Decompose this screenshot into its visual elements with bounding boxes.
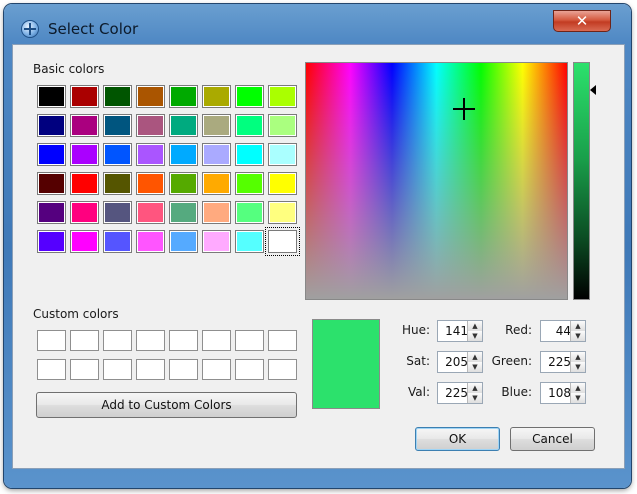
- basic-color-swatch[interactable]: [235, 230, 264, 253]
- basic-color-swatch[interactable]: [37, 85, 66, 108]
- custom-color-swatch[interactable]: [268, 330, 297, 351]
- basic-color-swatch[interactable]: [202, 114, 231, 137]
- blue-value[interactable]: 108: [543, 383, 571, 403]
- custom-color-swatch[interactable]: [235, 330, 264, 351]
- basic-color-swatch[interactable]: [268, 114, 297, 137]
- custom-color-swatch[interactable]: [37, 359, 66, 380]
- red-down-arrow-icon[interactable]: ▼: [570, 331, 585, 341]
- title-bar[interactable]: Select Color: [4, 4, 631, 40]
- custom-color-swatch[interactable]: [136, 359, 165, 380]
- basic-color-swatch[interactable]: [268, 172, 297, 195]
- value-slider-arrow-icon[interactable]: [590, 84, 596, 95]
- basic-color-swatch[interactable]: [103, 201, 132, 224]
- basic-color-swatch[interactable]: [235, 85, 264, 108]
- basic-color-swatch[interactable]: [37, 114, 66, 137]
- custom-color-swatch[interactable]: [136, 330, 165, 351]
- basic-color-swatch[interactable]: [136, 114, 165, 137]
- custom-color-swatch[interactable]: [37, 330, 66, 351]
- basic-color-swatch[interactable]: [136, 201, 165, 224]
- sat-label: Sat:: [406, 354, 430, 368]
- basic-color-swatch[interactable]: [265, 227, 300, 256]
- add-to-custom-colors-button[interactable]: Add to Custom Colors: [36, 392, 297, 418]
- window-title: Select Color: [48, 20, 139, 38]
- ok-button[interactable]: OK: [415, 427, 500, 451]
- basic-color-swatch[interactable]: [169, 172, 198, 195]
- basic-color-swatch[interactable]: [70, 172, 99, 195]
- color-dialog-icon: [22, 21, 38, 37]
- basic-color-swatch[interactable]: [103, 114, 132, 137]
- basic-color-swatch[interactable]: [136, 230, 165, 253]
- basic-color-swatch[interactable]: [136, 172, 165, 195]
- basic-color-swatch[interactable]: [268, 85, 297, 108]
- green-label: Green:: [491, 354, 532, 368]
- basic-color-swatch[interactable]: [202, 143, 231, 166]
- custom-color-swatch[interactable]: [268, 359, 297, 380]
- value-slider[interactable]: [573, 62, 590, 300]
- basic-color-swatch[interactable]: [268, 143, 297, 166]
- basic-color-swatch[interactable]: [169, 143, 198, 166]
- cancel-button[interactable]: Cancel: [510, 427, 595, 451]
- custom-color-swatch[interactable]: [169, 359, 198, 380]
- red-spinbox[interactable]: 44 ▲ ▼: [540, 320, 586, 342]
- basic-color-swatch[interactable]: [202, 201, 231, 224]
- basic-colors-label: Basic colors: [33, 62, 105, 76]
- basic-color-swatch[interactable]: [268, 201, 297, 224]
- basic-color-swatch[interactable]: [103, 230, 132, 253]
- blue-down-arrow-icon[interactable]: ▼: [570, 393, 585, 403]
- custom-color-swatch[interactable]: [103, 359, 132, 380]
- basic-color-swatch[interactable]: [202, 230, 231, 253]
- basic-color-swatch[interactable]: [235, 114, 264, 137]
- hue-label: Hue:: [401, 323, 430, 337]
- basic-color-swatch[interactable]: [103, 143, 132, 166]
- basic-color-swatch[interactable]: [70, 143, 99, 166]
- basic-color-swatch[interactable]: [136, 143, 165, 166]
- hue-value[interactable]: 141: [440, 321, 468, 341]
- hue-saturation-picker[interactable]: [305, 62, 568, 300]
- green-down-arrow-icon[interactable]: ▼: [570, 362, 585, 372]
- basic-color-swatch[interactable]: [70, 85, 99, 108]
- basic-color-swatch[interactable]: [235, 172, 264, 195]
- basic-color-swatch[interactable]: [136, 85, 165, 108]
- basic-color-swatch[interactable]: [37, 201, 66, 224]
- custom-color-swatch[interactable]: [70, 330, 99, 351]
- basic-color-swatch[interactable]: [235, 143, 264, 166]
- blue-spinbox[interactable]: 108 ▲ ▼: [540, 382, 586, 404]
- basic-color-swatch[interactable]: [103, 172, 132, 195]
- basic-color-swatch[interactable]: [169, 230, 198, 253]
- sat-value[interactable]: 205: [440, 352, 468, 372]
- basic-color-swatch[interactable]: [37, 143, 66, 166]
- custom-color-swatch[interactable]: [103, 330, 132, 351]
- crosshair-cursor[interactable]: [453, 98, 476, 121]
- basic-color-swatch[interactable]: [37, 172, 66, 195]
- basic-color-swatch[interactable]: [202, 172, 231, 195]
- basic-color-swatch[interactable]: [70, 201, 99, 224]
- blue-label: Blue:: [501, 385, 532, 399]
- close-button[interactable]: ✕: [553, 10, 611, 32]
- custom-color-swatch[interactable]: [202, 330, 231, 351]
- basic-color-swatch[interactable]: [169, 114, 198, 137]
- basic-color-swatch[interactable]: [235, 201, 264, 224]
- green-spinbox[interactable]: 225 ▲ ▼: [540, 351, 586, 373]
- basic-color-swatch[interactable]: [169, 201, 198, 224]
- red-label: Red:: [505, 323, 532, 337]
- red-value[interactable]: 44: [543, 321, 571, 341]
- basic-color-swatch[interactable]: [70, 230, 99, 253]
- saturation-gradient: [306, 63, 567, 299]
- basic-color-swatch[interactable]: [103, 85, 132, 108]
- basic-color-swatch[interactable]: [202, 85, 231, 108]
- basic-color-swatch[interactable]: [37, 230, 66, 253]
- custom-color-swatch[interactable]: [169, 330, 198, 351]
- val-value[interactable]: 225: [440, 383, 468, 403]
- green-value[interactable]: 225: [543, 352, 571, 372]
- custom-color-swatch[interactable]: [202, 359, 231, 380]
- basic-color-swatch[interactable]: [169, 85, 198, 108]
- basic-color-swatch[interactable]: [70, 114, 99, 137]
- val-label: Val:: [407, 385, 430, 399]
- custom-color-swatch[interactable]: [235, 359, 264, 380]
- custom-color-swatch[interactable]: [70, 359, 99, 380]
- custom-colors-label: Custom colors: [33, 307, 119, 321]
